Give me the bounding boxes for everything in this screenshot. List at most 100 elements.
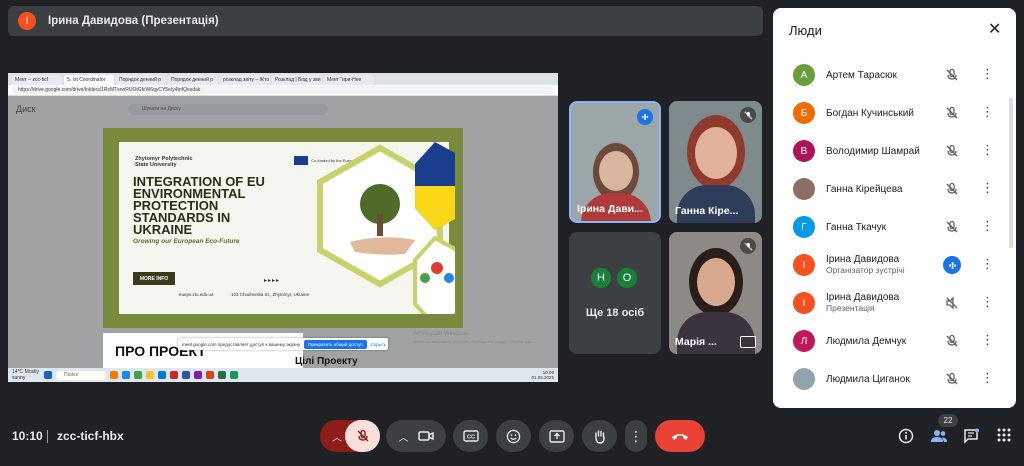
more-participants-tile[interactable]: Н О Ще 18 осіб [569, 232, 661, 354]
participant-row[interactable]: В Володимир Шамрай ⋮ [783, 132, 1001, 170]
participant-name-text: Ганна Ткачук [826, 221, 886, 233]
mic-off-icon[interactable] [945, 144, 959, 158]
mic-off-icon[interactable] [945, 68, 959, 82]
browser-tab: Розклад | Бізд у зви [272, 75, 322, 85]
present-screen-button[interactable] [539, 420, 574, 452]
poster-canvas: Zhytomyr Polytechnic State University Co… [119, 142, 455, 314]
mic-off-icon[interactable] [945, 220, 959, 234]
poster-address: 103 Chudnivska St., Zhytomyr, Ukraine [231, 292, 310, 297]
participant-name: Людмила Демчук [826, 336, 906, 347]
weather-widget: 14°C Mostly sunny [12, 369, 40, 381]
stop-sharing-button: Прекратить общий доступ [304, 339, 367, 349]
more-options-icon[interactable]: ⋮ [981, 181, 994, 195]
camera-options-chevron-icon[interactable]: ︿ [399, 429, 409, 444]
svg-text:CC: CC [467, 435, 475, 441]
leave-call-button[interactable] [655, 420, 705, 452]
chat-icon[interactable] [963, 428, 979, 444]
video-tile[interactable]: Ірина Дави... [569, 101, 661, 223]
participant-row[interactable]: І Ірина Давидова Презентація ⋮ [783, 284, 1001, 322]
excel-icon [218, 371, 226, 379]
windows-activation: Активация Windows Чтобы активировать Win… [413, 331, 543, 345]
mic-off-icon[interactable] [945, 182, 959, 196]
mic-off-icon[interactable] [945, 106, 959, 120]
app-icon [170, 371, 178, 379]
participant-name-text: Людмила Демчук [826, 335, 907, 347]
participant-row[interactable]: Б Богдан Кучинський ⋮ [783, 94, 1001, 132]
presenter-name: Ірина Давидова (Презентація) [48, 15, 219, 27]
emoji-icon [506, 429, 521, 443]
participant-name-text: Людмила Циганок [826, 373, 910, 385]
people-icon[interactable] [930, 428, 948, 444]
camera-icon[interactable] [417, 430, 434, 442]
more-vert-icon: ⋮ [629, 427, 643, 444]
mic-options-chevron-icon[interactable]: ︿ [332, 429, 342, 444]
participant-list: А Артем Тарасюк ⋮ Б Богдан Кучинський ⋮ … [783, 56, 1001, 398]
more-options-icon[interactable]: ⋮ [981, 105, 994, 119]
video-tile[interactable]: Марія ... [669, 232, 762, 354]
browser-tab: розклад звіту – Жто [220, 75, 270, 85]
hands-icon [350, 237, 415, 255]
more-options-icon[interactable]: ⋮ [981, 371, 994, 385]
activities-grid-icon[interactable] [997, 428, 1011, 442]
participant-name-text: Володимир Шамрай [826, 145, 920, 157]
participant-row[interactable]: Г Ганна Ткачук ⋮ [783, 208, 1001, 246]
share-notification: meet.google.com предоставляет доступ к в… [178, 338, 388, 350]
participant-row[interactable]: І Ірина Давидова Організатор зустрічі ⋮ [783, 246, 1001, 284]
presenter-avatar: І [18, 12, 36, 30]
participant-row[interactable]: Ганна Кірейцева ⋮ [783, 170, 1001, 208]
mic-toggle-button[interactable] [345, 420, 380, 452]
raise-hand-button[interactable] [582, 420, 617, 452]
hide-notification-link: Скрыть [370, 341, 387, 347]
more-options-icon[interactable]: ⋮ [981, 257, 994, 271]
participant-name: Ірина Давидова Організатор зустрічі [826, 254, 905, 276]
more-options-icon[interactable]: ⋮ [981, 333, 994, 347]
presenter-bar: І Ірина Давидова (Презентація) [8, 6, 763, 36]
participant-row[interactable]: Людмила Циганок ⋮ [783, 360, 1001, 398]
speaking-indicator-icon [637, 109, 653, 125]
more-options-icon[interactable]: ⋮ [981, 143, 994, 157]
mic-off-icon [357, 429, 368, 442]
hand-icon [594, 429, 605, 444]
taskbar-search: Поиск [56, 370, 106, 380]
video-tile[interactable]: Ганна Кіре... [669, 101, 762, 223]
word-icon [182, 371, 190, 379]
close-icon[interactable]: ✕ [988, 22, 1001, 38]
captions-button[interactable]: CC [453, 420, 488, 452]
poster-title: INTEGRATION OF EU ENVIRONMENTAL PROTECTI… [133, 174, 265, 237]
info-icon[interactable] [898, 428, 914, 444]
people-dot-green [420, 273, 430, 283]
app-icon [122, 371, 130, 379]
windows-taskbar: 14°C Mostly sunny Поиск 10:09 01.05.2025 [8, 368, 558, 382]
tile-name: Ганна Кіре... [675, 205, 739, 217]
participant-face [599, 151, 633, 191]
mic-off-icon[interactable] [945, 372, 959, 386]
participant-name-text: Богдан Кучинський [826, 107, 914, 119]
poster-site: eueps.ztu.edu.ua [179, 292, 214, 297]
more-options-button[interactable]: ⋮ [625, 420, 647, 452]
project-goals-heading: Цілі Проекту [295, 356, 358, 367]
participant-avatar: Г [793, 216, 815, 238]
panel-title: Люди [789, 23, 822, 38]
audio-off-icon[interactable] [945, 296, 959, 310]
mic-off-icon[interactable] [945, 334, 959, 348]
participant-name: Ірина Давидова Презентація [826, 292, 899, 314]
panel-scrollbar[interactable] [1009, 98, 1013, 248]
browser-tab: Меет "ири-Нее [324, 75, 374, 85]
participant-row[interactable]: Л Людмила Демчук ⋮ [783, 322, 1001, 360]
more-options-icon[interactable]: ⋮ [981, 67, 994, 81]
participant-name-text: Артем Тарасюк [826, 69, 897, 81]
participant-name: Ганна Кірейцева [826, 184, 903, 195]
people-panel: Люди ✕ А Артем Тарасюк ⋮ Б Богдан Кучинс… [773, 8, 1016, 408]
more-options-icon[interactable]: ⋮ [981, 295, 994, 309]
meet-icon [230, 371, 238, 379]
participant-face [695, 127, 737, 179]
reactions-button[interactable] [496, 420, 531, 452]
app-icon [110, 371, 118, 379]
activation-text: Чтобы активировать Windows, перейдите в … [413, 339, 534, 344]
participant-row[interactable]: А Артем Тарасюк ⋮ [783, 56, 1001, 94]
more-options-icon[interactable]: ⋮ [981, 219, 994, 233]
participant-avatar: А [793, 64, 815, 86]
participant-avatar: Б [793, 102, 815, 124]
more-participants-label: Ще 18 осіб [585, 307, 645, 319]
share-notification-text: meet.google.com предоставляет доступ к в… [182, 341, 301, 347]
